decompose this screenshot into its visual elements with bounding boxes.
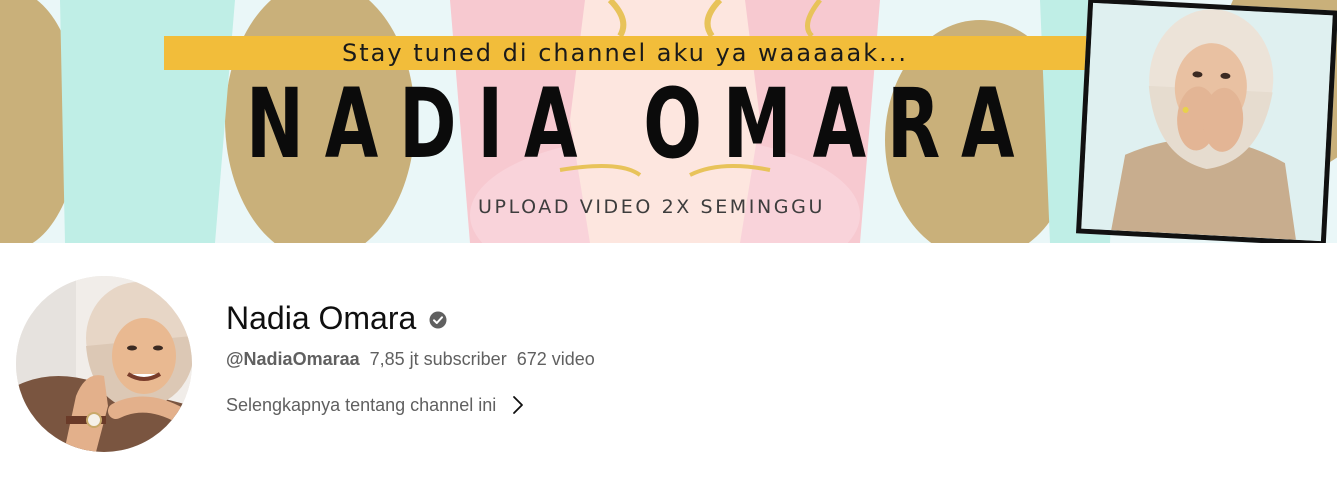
video-count: 672 video: [516, 348, 595, 369]
banner-title: NADIA OMARA: [246, 68, 1036, 180]
avatar-illustration: [16, 276, 192, 452]
chevron-right-icon: [512, 395, 524, 415]
banner-portrait-photo: [1075, 0, 1337, 243]
channel-about-label: Selengkapnya tentang channel ini: [226, 394, 497, 415]
verified-check-icon: [429, 311, 447, 329]
channel-page: Stay tuned di channel aku ya waaaaak... …: [0, 0, 1337, 479]
subscriber-count: 7,85 jt subscriber: [369, 348, 507, 369]
channel-handle: @NadiaOmaraa: [226, 348, 360, 369]
banner-subtitle: UPLOAD VIDEO 2X SEMINGGU: [478, 196, 825, 218]
channel-banner: Stay tuned di channel aku ya waaaaak... …: [0, 0, 1337, 243]
channel-name-row: Nadia Omara: [226, 296, 595, 340]
channel-info: Nadia Omara @NadiaOmaraa 7,85 jt subscri…: [226, 296, 595, 417]
banner-tagline-bar: Stay tuned di channel aku ya waaaaak...: [164, 36, 1086, 70]
channel-about-link[interactable]: Selengkapnya tentang channel ini: [226, 393, 595, 417]
banner-portrait-illustration: [1081, 2, 1333, 242]
channel-meta: @NadiaOmaraa 7,85 jt subscriber 672 vide…: [226, 348, 595, 370]
banner-tagline: Stay tuned di channel aku ya waaaaak...: [342, 39, 908, 67]
channel-avatar[interactable]: [16, 276, 192, 452]
channel-name: Nadia Omara: [226, 299, 417, 336]
